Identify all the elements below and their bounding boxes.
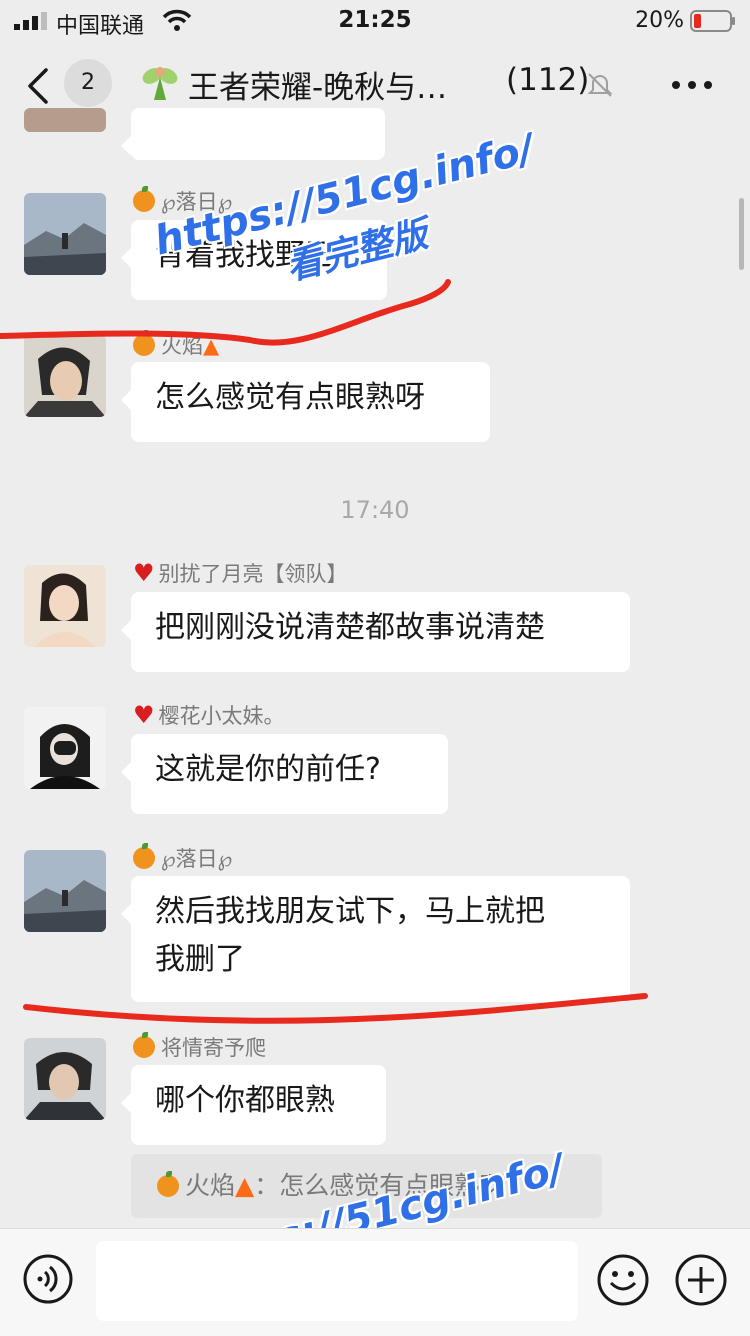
avatar-image: [24, 565, 106, 647]
mute-bell-icon: [587, 73, 613, 97]
more-options-icon[interactable]: [670, 70, 714, 100]
previous-message-bubble[interactable]: [121, 108, 385, 160]
unread-count-badge[interactable]: 2: [64, 59, 112, 107]
sender-name: 火焰▲: [133, 330, 219, 360]
voice-input-icon[interactable]: [22, 1253, 74, 1305]
heart-emoji-icon: ♥: [133, 559, 155, 587]
message-bubble[interactable]: 把刚刚没说清楚都故事说清楚: [121, 592, 630, 672]
avatar-image: [24, 850, 106, 932]
message-bubble[interactable]: 这就是你的前任?: [121, 734, 448, 814]
input-bar: [0, 1228, 750, 1336]
fire-emoji-icon: ▲: [203, 334, 220, 358]
scroll-indicator[interactable]: [739, 198, 744, 270]
message-bubble[interactable]: 哪个你都眼熟: [121, 1065, 386, 1145]
fire-emoji-icon: ▲: [235, 1171, 255, 1200]
member-count: (112): [506, 62, 590, 98]
plus-icon[interactable]: [674, 1253, 728, 1307]
avatar-image: [24, 335, 106, 417]
avatar-image: [24, 193, 106, 275]
sender-name: 将情寄予爬: [133, 1032, 266, 1062]
orange-emoji-icon: [133, 330, 155, 356]
fairy-icon: [142, 67, 178, 100]
sender-name: ℘落日℘: [133, 843, 232, 873]
avatar[interactable]: [24, 193, 106, 275]
avatar[interactable]: [24, 1038, 106, 1120]
orange-emoji-icon: [133, 1032, 155, 1058]
sender-name: ♥ 樱花小太妹。: [133, 701, 285, 729]
message-bubble[interactable]: 然后我找朋友试下，马上就把 我删了: [121, 876, 630, 1002]
heart-emoji-icon: ♥: [133, 701, 155, 729]
orange-emoji-icon: [157, 1171, 179, 1197]
timestamp: 17:40: [340, 496, 410, 524]
orange-emoji-icon: [133, 186, 155, 212]
battery-icon: [690, 10, 735, 32]
battery-percent: 20%: [635, 8, 684, 33]
emoji-icon[interactable]: [596, 1253, 650, 1307]
avatar[interactable]: [24, 335, 106, 417]
sender-name: ♥ 别扰了月亮【领队】: [133, 559, 348, 587]
status-bar: 中国联通 21:25 20%: [0, 0, 750, 44]
quote-separator: ：: [254, 1171, 280, 1200]
quote-sender: 火焰: [185, 1171, 236, 1200]
avatar[interactable]: [24, 565, 106, 647]
avatar[interactable]: [24, 707, 106, 789]
orange-emoji-icon: [133, 843, 155, 869]
avatar[interactable]: [24, 850, 106, 932]
message-input[interactable]: [96, 1241, 578, 1321]
avatar[interactable]: [24, 108, 106, 132]
chat-title[interactable]: 王者荣耀-晚秋与…: [188, 62, 447, 107]
message-bubble[interactable]: 怎么感觉有点眼熟呀: [121, 362, 490, 442]
back-chevron-icon[interactable]: [24, 66, 52, 106]
avatar-image: [24, 1038, 106, 1120]
avatar-image: [24, 707, 106, 789]
